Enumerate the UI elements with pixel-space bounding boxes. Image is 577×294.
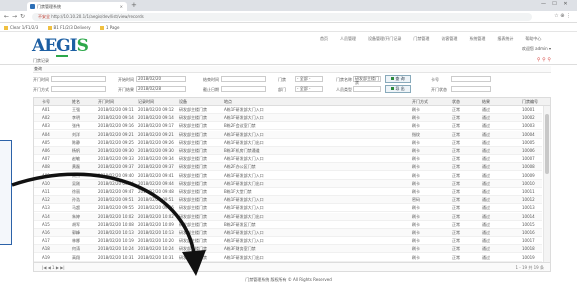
curved-arrow-icon	[11, 172, 206, 276]
